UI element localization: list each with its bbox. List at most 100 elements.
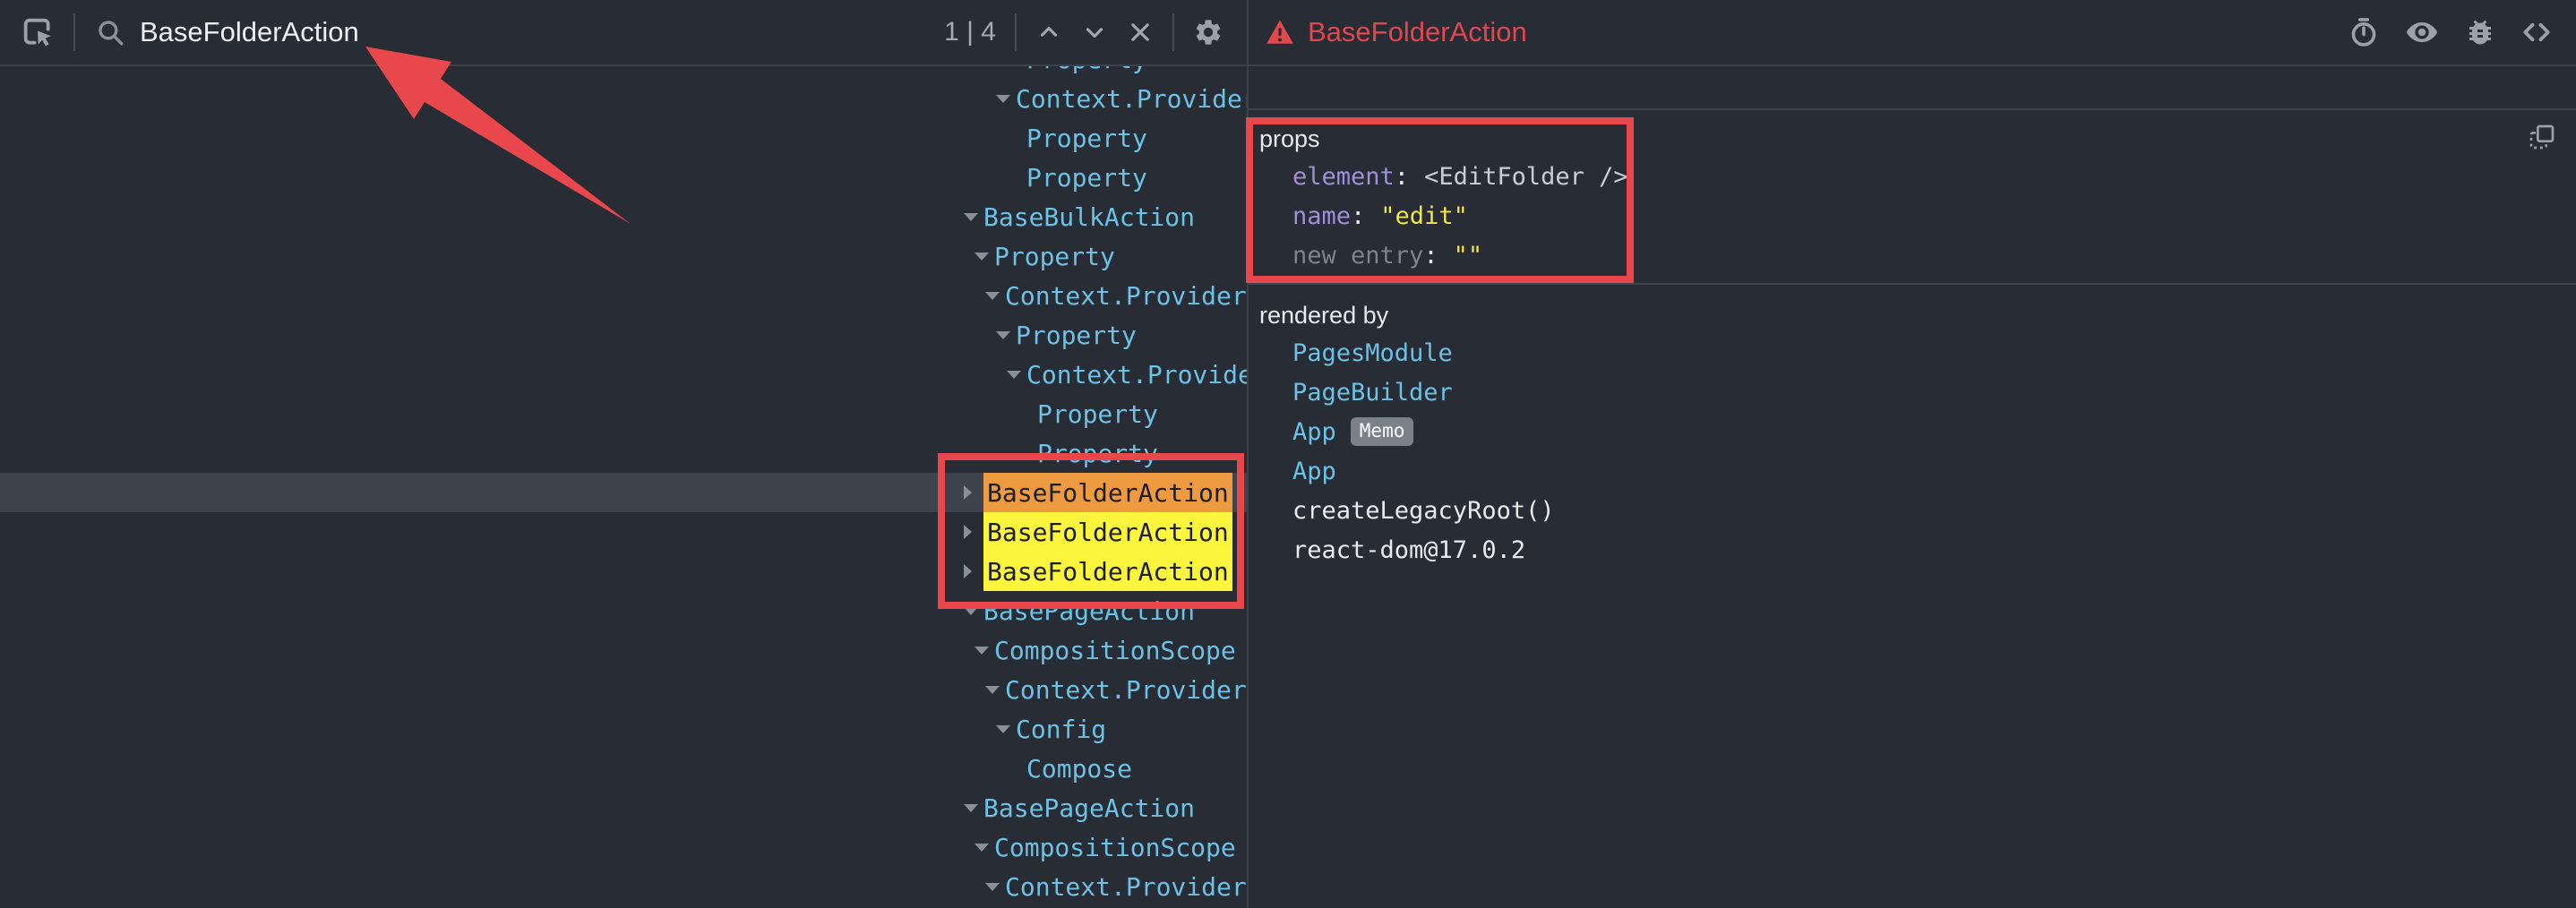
chevron-down-icon — [1081, 19, 1108, 46]
props-section: props element:<EditFolder />name:"edit"n… — [1249, 110, 2576, 285]
gear-icon — [1193, 17, 1224, 47]
caret-down-icon[interactable] — [985, 883, 1005, 891]
component-name: Property — [1026, 66, 1147, 74]
caret-down-icon[interactable] — [996, 725, 1016, 733]
caret-right-icon[interactable] — [964, 564, 983, 578]
props-section-title: props — [1249, 121, 2576, 157]
prop-colon: : — [1351, 202, 1365, 230]
tree-row[interactable]: Context.Provider — [0, 79, 1247, 118]
tree-row[interactable]: Context.Provider — [0, 276, 1247, 315]
component-name: BasePageAction — [983, 793, 1195, 823]
rendered-by-row: App Memo — [1249, 412, 2576, 451]
owner-component-link[interactable]: App — [1292, 418, 1336, 446]
tree-row[interactable]: CompositionScope — [0, 630, 1247, 670]
owner-component-link[interactable]: PagesModule — [1292, 339, 1453, 367]
caret-down-icon[interactable] — [996, 95, 1016, 103]
inspected-element-header: BaseFolderAction — [1249, 0, 2576, 66]
tree-row[interactable]: BaseFolderAction — [0, 473, 1247, 512]
caret-down-icon[interactable] — [964, 607, 983, 615]
inspect-element-button[interactable] — [20, 14, 56, 50]
rendered-by-row: react-dom@17.0.2 — [1249, 530, 2576, 570]
tree-row[interactable]: BasePageAction — [0, 788, 1247, 827]
tree-row-partial[interactable]: Property — [0, 66, 1247, 79]
prop-name: element — [1292, 163, 1395, 191]
tree-row[interactable]: BasePageAction — [0, 591, 1247, 630]
caret-down-icon[interactable] — [964, 213, 983, 221]
tree-row[interactable]: BaseFolderAction — [0, 552, 1247, 591]
owner-component-link[interactable]: App — [1292, 458, 1336, 485]
components-tree-panel: 1 | 4 — [0, 0, 1247, 908]
tree-row[interactable]: Property — [0, 433, 1247, 473]
component-tree: PropertyContext.ProviderPropertyProperty… — [0, 66, 1247, 908]
tree-row[interactable]: Context.Provider — [0, 867, 1247, 906]
component-name: Context.Provider — [1005, 872, 1247, 902]
settings-button[interactable] — [1193, 17, 1224, 47]
bug-icon — [2464, 16, 2496, 48]
prop-value[interactable]: "" — [1454, 242, 1483, 270]
caret-down-icon[interactable] — [985, 292, 1005, 300]
component-name: BasePageAction — [983, 596, 1195, 626]
prop-row: new entry:"" — [1249, 236, 2576, 275]
caret-down-icon[interactable] — [975, 253, 994, 261]
component-name: Property — [1016, 321, 1137, 350]
caret-right-icon[interactable] — [964, 525, 983, 539]
prop-row: element: <EditFolder /> — [1249, 157, 2576, 196]
component-name: Property — [1037, 399, 1158, 429]
caret-down-icon[interactable] — [985, 686, 1005, 694]
search-icon — [95, 17, 125, 47]
caret-right-icon[interactable] — [964, 485, 983, 500]
component-name: Context.Provider — [1016, 84, 1247, 114]
rendered-by-title: rendered by — [1249, 297, 2576, 333]
toolbar-divider — [1172, 13, 1174, 51]
tree-row[interactable]: Property — [0, 315, 1247, 355]
tree-row[interactable]: Property — [0, 118, 1247, 158]
view-source-button[interactable] — [2520, 16, 2553, 48]
tree-row[interactable]: Compose — [0, 749, 1247, 788]
next-match-button[interactable] — [1081, 19, 1108, 46]
rendered-by-row: PagesModule — [1249, 333, 2576, 373]
tree-row[interactable]: Property — [0, 236, 1247, 276]
component-name: Compose — [1026, 754, 1132, 784]
caret-down-icon[interactable] — [996, 331, 1016, 339]
caret-down-icon[interactable] — [975, 647, 994, 655]
caret-down-icon[interactable] — [1007, 371, 1026, 379]
search-input[interactable] — [138, 15, 640, 49]
code-brackets-icon — [2520, 16, 2553, 48]
prop-value[interactable]: <EditFolder /> — [1424, 163, 1628, 191]
component-name: Config — [1016, 715, 1106, 744]
tree-row[interactable]: Context.Provider — [0, 670, 1247, 709]
stopwatch-icon — [2348, 16, 2380, 48]
prop-value[interactable]: "edit" — [1380, 202, 1468, 230]
prop-row: name: "edit" — [1249, 196, 2576, 236]
memo-badge: Memo — [1351, 417, 1414, 446]
tree-row[interactable]: Config — [0, 709, 1247, 749]
inspected-element-panel: BaseFolderAction — [1249, 0, 2576, 908]
tree-row[interactable]: Property — [0, 158, 1247, 197]
caret-down-icon[interactable] — [975, 844, 994, 852]
inspect-dom-button[interactable] — [2404, 14, 2440, 50]
tree-row[interactable]: CompositionScope — [0, 827, 1247, 867]
copy-props-button[interactable] — [2528, 123, 2556, 151]
suspense-toggle-button[interactable] — [2348, 16, 2380, 48]
tree-row[interactable]: Property — [0, 394, 1247, 433]
rendered-by-row: App — [1249, 451, 2576, 491]
tree-row[interactable]: Context.Provider — [0, 355, 1247, 394]
clear-search-button[interactable] — [1127, 19, 1154, 46]
owner-component-link[interactable]: PageBuilder — [1292, 379, 1453, 407]
prop-name: name — [1292, 202, 1351, 230]
tree-row[interactable]: BaseBulkAction — [0, 197, 1247, 236]
tree-row[interactable]: BaseFolderAction — [0, 512, 1247, 552]
prop-name[interactable]: new entry — [1292, 242, 1423, 270]
prop-colon: : — [1395, 163, 1409, 191]
component-name: Property — [1026, 124, 1147, 153]
owner-root-label: createLegacyRoot() — [1292, 497, 1555, 525]
previous-match-button[interactable] — [1035, 19, 1062, 46]
chevron-up-icon — [1035, 19, 1062, 46]
component-name: BaseFolderAction — [983, 552, 1232, 591]
caret-down-icon[interactable] — [964, 804, 983, 812]
log-component-button[interactable] — [2464, 16, 2496, 48]
copy-icon — [2528, 123, 2556, 151]
inspected-element-title: BaseFolderAction — [1308, 16, 1527, 48]
search-result-count: 1 | 4 — [944, 17, 996, 47]
inspect-element-icon — [20, 14, 56, 50]
